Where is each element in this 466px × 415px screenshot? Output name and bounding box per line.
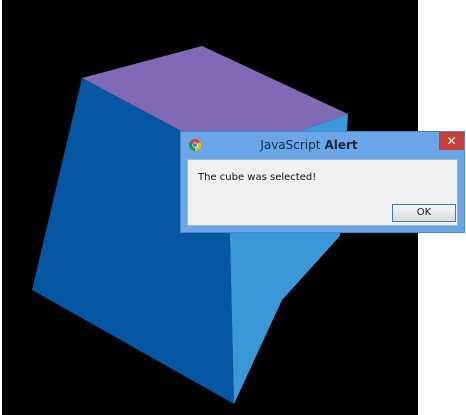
ok-button[interactable]: OK bbox=[392, 204, 456, 222]
alert-title-emphasis: Alert bbox=[324, 138, 358, 152]
close-button[interactable]: ✕ bbox=[439, 132, 464, 150]
alert-message: The cube was selected! bbox=[198, 172, 317, 183]
alert-title-text: JavaScript bbox=[260, 138, 321, 152]
alert-body: The cube was selected! OK bbox=[187, 159, 458, 226]
close-icon: ✕ bbox=[446, 134, 457, 148]
javascript-alert-dialog: JavaScript Alert ✕ The cube was selected!… bbox=[180, 131, 465, 233]
alert-title: JavaScript Alert bbox=[181, 138, 437, 152]
alert-titlebar[interactable]: JavaScript Alert ✕ bbox=[181, 132, 464, 159]
